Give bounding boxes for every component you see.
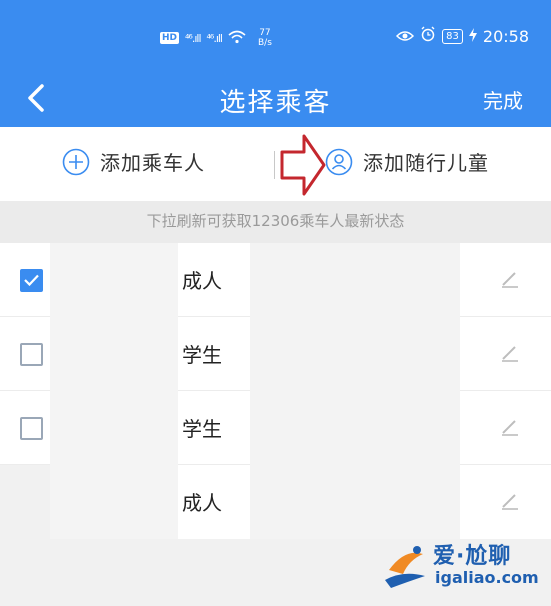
annotation-arrow-icon <box>280 134 326 196</box>
add-child-button[interactable]: 添加随行儿童 <box>325 147 489 176</box>
nav-bar: 选择乘客 完成 <box>0 72 551 127</box>
add-child-label: 添加随行儿童 <box>363 151 489 175</box>
add-passenger-button[interactable]: 添加乘车人 <box>62 147 205 176</box>
edit-icon[interactable] <box>499 267 521 289</box>
hd-badge: HD <box>160 32 180 44</box>
redacted-id-area <box>250 243 460 539</box>
check-icon <box>24 274 39 286</box>
passenger-checkbox[interactable] <box>20 343 43 366</box>
add-passenger-label: 添加乘车人 <box>100 151 205 175</box>
passenger-type: 学生 <box>182 417 222 441</box>
redacted-checkbox-area <box>0 465 50 539</box>
edit-icon[interactable] <box>499 489 521 511</box>
action-bar: 添加乘车人 添加随行儿童 <box>0 127 551 201</box>
edit-icon[interactable] <box>499 415 521 437</box>
wifi-icon <box>228 30 246 47</box>
network-speed: 77 B/s <box>257 28 272 48</box>
redacted-name-area <box>50 243 178 539</box>
passenger-type: 成人 <box>182 491 222 515</box>
status-bar: HD ⁴⁶.ıll ⁴⁶.ıll 77 B/s 83 20:58 <box>0 0 551 72</box>
done-button[interactable]: 完成 <box>483 85 523 114</box>
watermark-text: 爱·尬聊 <box>433 544 512 569</box>
cell-signal-icon: ⁴⁶.ıll <box>185 31 202 45</box>
alarm-icon <box>420 26 436 46</box>
plus-circle-icon <box>62 148 90 175</box>
charging-icon <box>468 27 477 46</box>
status-right: 83 20:58 <box>396 26 529 46</box>
eye-icon <box>396 27 415 46</box>
passenger-checkbox[interactable] <box>20 269 43 292</box>
status-left: HD ⁴⁶.ıll ⁴⁶.ıll 77 B/s <box>160 22 272 54</box>
watermark-url: igaliao.com <box>435 568 539 587</box>
passenger-type: 成人 <box>182 269 222 293</box>
battery-indicator: 83 <box>442 28 463 44</box>
passenger-checkbox[interactable] <box>20 417 43 440</box>
passenger-type: 学生 <box>182 343 222 367</box>
action-divider <box>274 151 275 179</box>
person-circle-icon <box>325 148 353 175</box>
cell-signal-icon-2: ⁴⁶.ıll <box>206 31 224 45</box>
watermark-logo-icon <box>385 546 425 588</box>
page-title: 选择乘客 <box>219 88 332 118</box>
clock: 20:58 <box>482 26 529 46</box>
watermark: 爱·尬聊 igaliao.com <box>379 536 539 596</box>
edit-icon[interactable] <box>499 341 521 363</box>
refresh-hint: 下拉刷新可获取12306乘车人最新状态 <box>0 201 551 243</box>
